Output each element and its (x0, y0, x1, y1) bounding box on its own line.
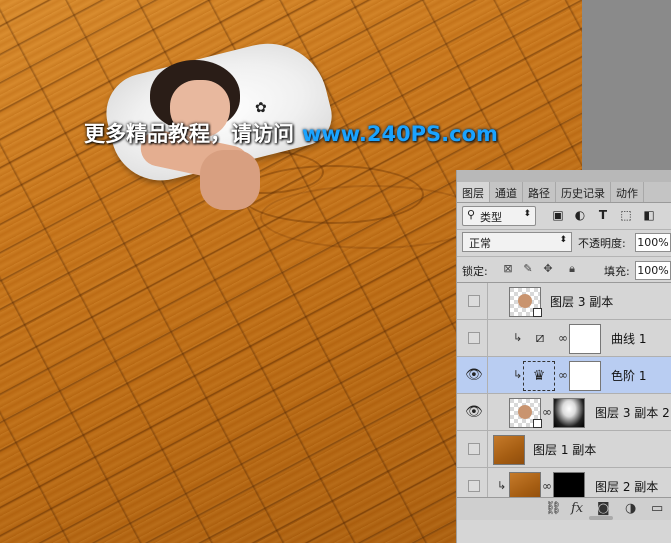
smart-object-filter-icon[interactable]: ◧ (642, 208, 656, 222)
smart-object-badge-icon (533, 419, 542, 428)
layer-name[interactable]: 图层 1 副本 (533, 441, 596, 458)
shape-filter-icon[interactable]: ⬚ (619, 208, 633, 222)
layer-row[interactable]: ↳ ⧄ ∞ 曲线 1 (457, 320, 671, 357)
hidden-box-icon (468, 480, 480, 492)
fill-label: 填充: (604, 265, 630, 278)
lock-row: 锁定: ⊠ ✎ ✥ 🔒︎ 填充: 100% (457, 258, 671, 283)
woman-hand (200, 150, 260, 210)
layer-name[interactable]: 色阶 1 (611, 367, 646, 384)
layer-mask-thumbnail (569, 324, 601, 354)
hidden-box-icon (468, 295, 480, 307)
layer-row[interactable]: 图层 1 副本 (457, 431, 671, 468)
eye-icon: 👁︎ (465, 367, 483, 383)
link-layers-icon[interactable]: ⛓ (545, 501, 562, 516)
blend-mode-label: 正常 (469, 237, 491, 250)
blend-mode-select[interactable]: 正常 ⬍ (462, 232, 572, 252)
filter-kind-select[interactable]: ⚲ 类型 ⬍ (462, 206, 536, 226)
clip-arrow-icon: ↳ (497, 479, 507, 492)
layer-list: 图层 3 副本 ↳ ⧄ ∞ 曲线 1 👁︎ ↳ ♛ ∞ 色阶 1 👁︎ ∞ 图层… (457, 283, 671, 505)
tab-paths[interactable]: 路径 (523, 182, 556, 202)
watermark-url: www.240PS.com (302, 122, 498, 146)
search-icon: ⚲ (467, 208, 476, 221)
tab-history[interactable]: 历史记录 (556, 182, 611, 202)
layer-mask-thumbnail (569, 361, 601, 391)
clip-arrow-icon: ↳ (513, 331, 523, 344)
link-chain-icon: ∞ (558, 331, 568, 345)
lock-label: 锁定: (462, 265, 488, 278)
layer-mask-thumbnail (553, 398, 585, 428)
fx-icon[interactable]: fx (571, 501, 583, 516)
opacity-input[interactable]: 100% (635, 233, 671, 252)
add-mask-icon[interactable]: ◙ (597, 501, 610, 516)
clip-arrow-icon: ↳ (513, 368, 523, 381)
layer-row[interactable]: 👁︎ ∞ 图层 3 副本 2 (457, 394, 671, 431)
levels-adjustment-icon: ♛ (523, 361, 555, 391)
curves-adjustment-icon: ⧄ (535, 330, 545, 346)
link-chain-icon: ∞ (542, 479, 552, 493)
hidden-box-icon (468, 443, 480, 455)
layer-row-selected[interactable]: 👁︎ ↳ ♛ ∞ 色阶 1 (457, 357, 671, 394)
visibility-toggle[interactable] (457, 320, 488, 356)
opacity-label: 不透明度: (578, 237, 626, 250)
smart-object-badge-icon (533, 308, 542, 317)
link-chain-icon: ∞ (558, 368, 568, 382)
fill-input[interactable]: 100% (635, 261, 671, 280)
visibility-toggle[interactable] (457, 431, 488, 467)
panel-scrollbar[interactable] (589, 516, 613, 520)
chevron-updown-icon: ⬍ (523, 209, 531, 219)
workspace-background (582, 0, 671, 170)
link-chain-icon: ∞ (542, 405, 552, 419)
type-filter-icon[interactable]: T (596, 208, 610, 222)
layer-row[interactable]: 图层 3 副本 (457, 283, 671, 320)
image-filter-icon[interactable]: ▣ (551, 208, 565, 222)
tab-channels[interactable]: 通道 (490, 182, 523, 202)
layer-name[interactable]: 图层 3 副本 (550, 293, 613, 310)
visibility-toggle[interactable]: 👁︎ (457, 394, 488, 430)
filter-row: ⚲ 类型 ⬍ ▣ ◐ T ⬚ ◧ (457, 203, 671, 230)
watermark-text: 更多精品教程，请访问 (84, 122, 294, 146)
hidden-box-icon (468, 332, 480, 344)
layer-thumbnail (493, 435, 525, 465)
floor-ripple (260, 185, 484, 249)
panel-tabs: 图层 通道 路径 历史记录 动作 (457, 182, 671, 203)
tab-actions[interactable]: 动作 (611, 182, 644, 202)
adjustment-filter-icon[interactable]: ◐ (573, 208, 587, 222)
blend-row: 正常 ⬍ 不透明度: 100% (457, 230, 671, 257)
layer-name[interactable]: 图层 3 副本 2 (595, 404, 670, 421)
lock-transparent-icon[interactable]: ⊠ (501, 262, 515, 276)
lock-all-icon[interactable]: 🔒︎ (565, 262, 579, 276)
pillow-decoration: ✿ (255, 100, 267, 116)
new-group-icon[interactable]: ▭ (651, 501, 663, 516)
new-adjustment-icon[interactable]: ◑ (625, 501, 636, 516)
eye-icon: 👁︎ (465, 404, 483, 420)
tab-layers[interactable]: 图层 (457, 182, 490, 202)
layer-name[interactable]: 曲线 1 (611, 330, 646, 347)
layer-name[interactable]: 图层 2 副本 (595, 478, 658, 495)
visibility-toggle[interactable]: 👁︎ (457, 357, 488, 393)
panel-bottom-bar: ⛓ fx ◙ ◑ ▭ (457, 497, 671, 520)
chevron-updown-icon: ⬍ (559, 235, 567, 245)
visibility-toggle[interactable] (457, 283, 488, 319)
lock-paint-icon[interactable]: ✎ (521, 262, 535, 276)
lock-position-icon[interactable]: ✥ (541, 262, 555, 276)
watermark: 更多精品教程，请访问 www.240PS.com (84, 118, 498, 148)
filter-kind-label: 类型 (480, 211, 502, 224)
layers-panel: 图层 通道 路径 历史记录 动作 ⚲ 类型 ⬍ ▣ ◐ T ⬚ ◧ 正常 ⬍ 不… (456, 170, 671, 543)
